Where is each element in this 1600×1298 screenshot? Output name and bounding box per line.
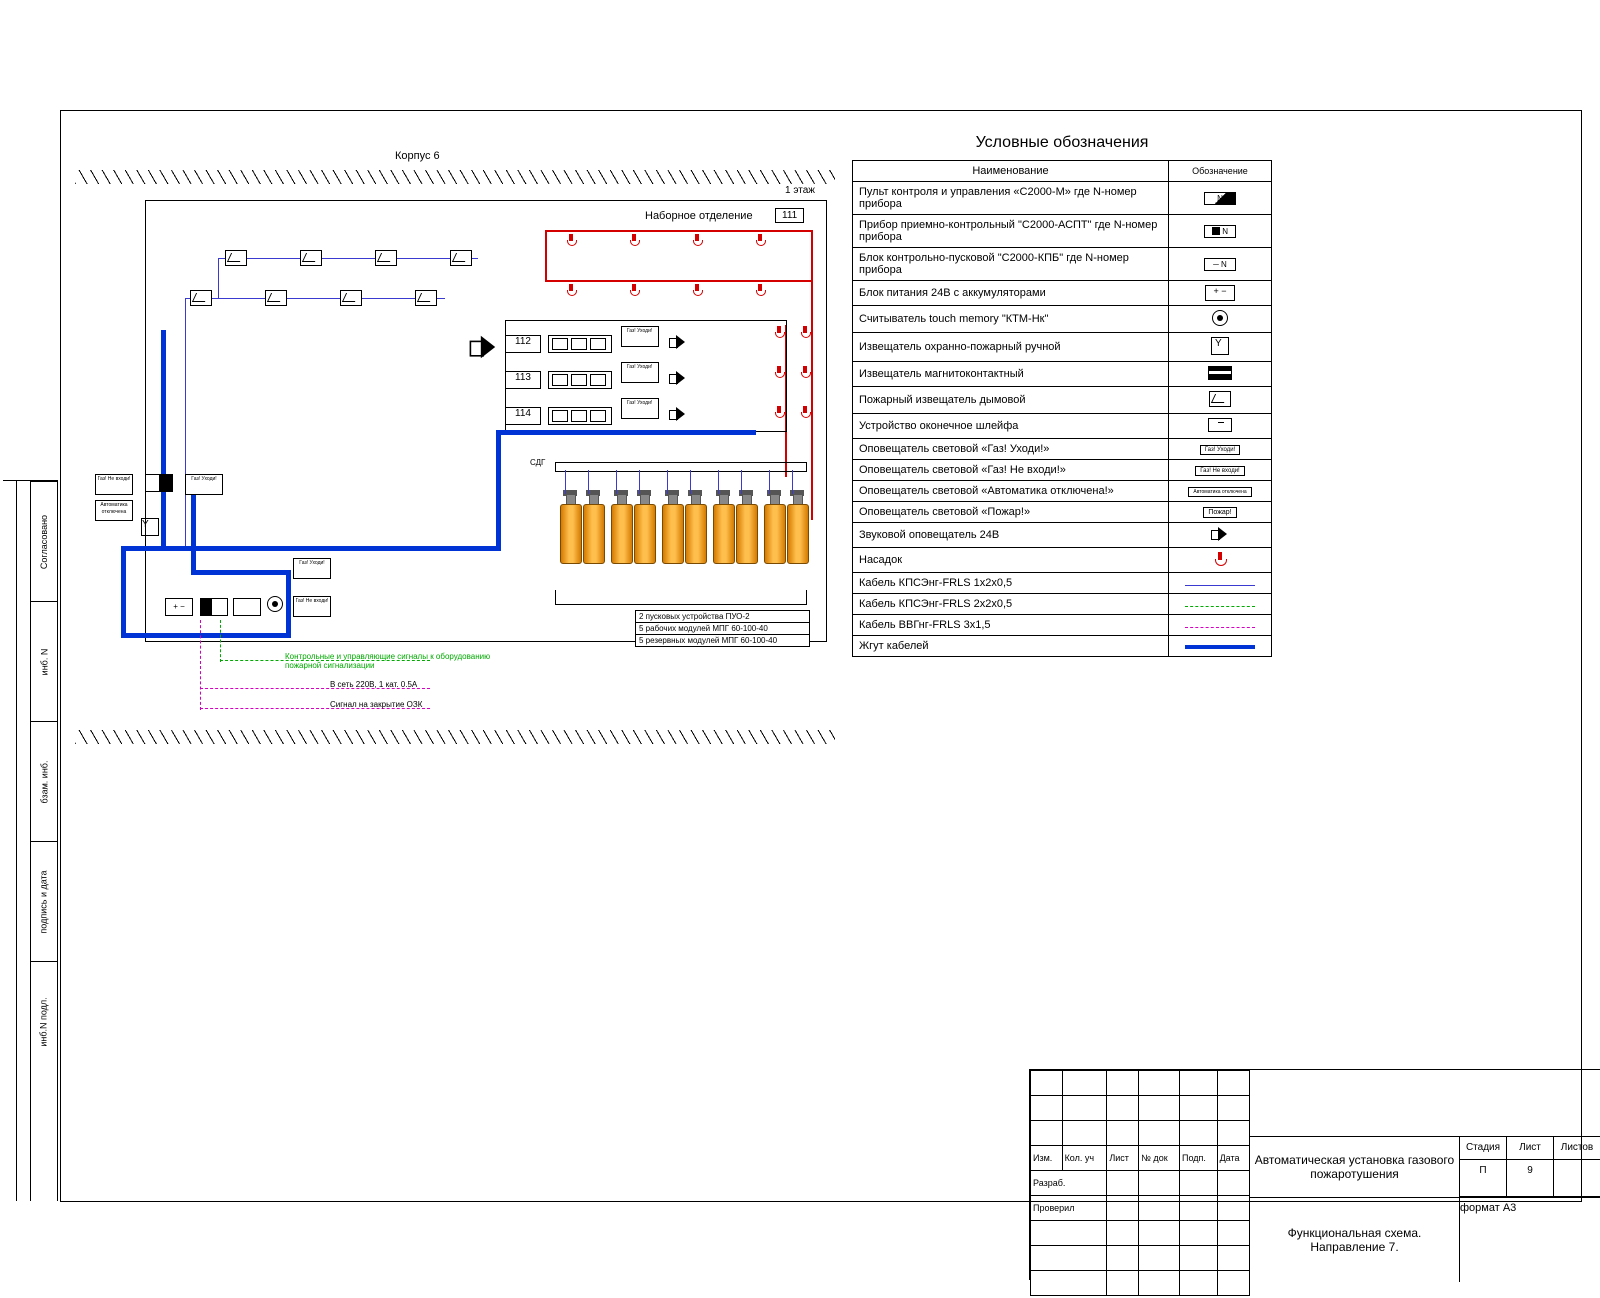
sdg-label: СДГ xyxy=(530,458,545,467)
arrow-label: Сигнал на закрытие ОЗК xyxy=(330,700,422,709)
gas-cylinder xyxy=(583,490,603,562)
smoke-detector xyxy=(415,290,437,306)
nozzle-icon xyxy=(756,234,764,246)
sign-noenter: Газ! Не входи! xyxy=(293,596,331,617)
schematic-area: Корпус 6 1 этаж Наборное отделение 111 xyxy=(75,130,835,770)
gas-cylinder xyxy=(713,490,733,562)
smoke-detector xyxy=(265,290,287,306)
det-bus-bot xyxy=(185,298,445,299)
nozzle-icon xyxy=(630,284,638,296)
legend-title: Условные обозначения xyxy=(852,134,1272,152)
nozzle-icon xyxy=(693,284,701,296)
speaker-icon xyxy=(669,335,687,349)
nozzle-icon xyxy=(801,326,809,338)
nozzle-icon xyxy=(567,234,575,246)
arrow-label: В сеть 220В, 1 кат. 0.5А xyxy=(330,680,417,689)
nozzle-icon xyxy=(801,406,809,418)
room-title: Наборное отделение xyxy=(645,210,753,222)
wall-hatch-bottom xyxy=(75,730,835,744)
nozzle-icon xyxy=(801,366,809,378)
format-label: формат А3 xyxy=(1460,1202,1590,1298)
room-number: 111 xyxy=(775,208,804,223)
vlabel: инб.N подл. xyxy=(39,997,49,1046)
sheet-title: Функциональная схема. Направление 7. xyxy=(1250,1198,1460,1282)
building-label: Корпус 6 xyxy=(395,150,440,162)
panel-c2000m xyxy=(145,474,173,492)
floor-label: 1 этаж xyxy=(785,185,815,196)
nozzle-icon xyxy=(567,284,575,296)
speaker-icon xyxy=(669,407,687,421)
nozzle-icon xyxy=(756,284,764,296)
left-strip: Согласовано инб. N бзам. инб. подпись и … xyxy=(3,480,58,1201)
gas-cylinder xyxy=(685,490,705,562)
vlabel: подпись и дата xyxy=(39,870,49,933)
wall-hatch-top xyxy=(75,170,835,184)
sign-noenter: Газ! Не входи! xyxy=(95,474,133,495)
gas-cylinder xyxy=(787,490,807,562)
gas-cylinder xyxy=(736,490,756,562)
brace-note: 2 пусковых устройства ПУО-2 5 рабочих мо… xyxy=(635,610,810,647)
subroom-row: 114 Газ! Уходи! xyxy=(505,398,775,420)
page: Согласовано инб. N бзам. инб. подпись и … xyxy=(0,0,1600,1280)
sign-leave: Газ! Уходи! xyxy=(293,558,331,579)
revision-grid: Изм.Кол. учЛист№ докПодп.Дата Разраб. Пр… xyxy=(1030,1070,1250,1280)
smoke-detector xyxy=(190,290,212,306)
speaker-icon xyxy=(669,371,687,385)
legend-table: НаименованиеОбозначение Пульт контроля и… xyxy=(852,160,1272,657)
smoke-detector xyxy=(375,250,397,266)
vlabel: Согласовано xyxy=(39,514,49,568)
subroom-row: 112 Газ! Уходи! xyxy=(505,326,775,348)
speaker-icon xyxy=(470,336,499,358)
nozzle-icon xyxy=(693,234,701,246)
arrow-label: Контрольные и управляющие сигналы к обор… xyxy=(285,652,505,670)
gas-cylinder xyxy=(764,490,784,562)
smoke-detector xyxy=(225,250,247,266)
gas-cylinder xyxy=(634,490,654,562)
vlabel: бзам. инб. xyxy=(39,760,49,803)
det-bus-top xyxy=(218,258,478,259)
psu-symbol: + − xyxy=(165,598,193,616)
sign-auto-off: Автоматика отключена xyxy=(95,500,133,521)
legend-panel: Условные обозначения НаименованиеОбознач… xyxy=(852,130,1272,657)
kpb-symbol xyxy=(233,598,261,616)
manual-call-point: Y xyxy=(141,518,159,536)
vlabel: инб. N xyxy=(39,648,49,675)
gas-cylinder xyxy=(560,490,580,562)
sign-leave: Газ! Уходи! xyxy=(185,474,223,495)
smoke-detector xyxy=(450,250,472,266)
nozzle-icon xyxy=(630,234,638,246)
smoke-detector xyxy=(340,290,362,306)
ktm-reader xyxy=(267,596,283,612)
smoke-detector xyxy=(300,250,322,266)
gas-cylinder xyxy=(611,490,631,562)
gas-cylinder xyxy=(662,490,682,562)
cable-bus xyxy=(161,546,501,551)
subroom-row: 113 Газ! Уходи! xyxy=(505,362,775,384)
project-title: Автоматическая установка газового пожаро… xyxy=(1250,1137,1460,1197)
brace xyxy=(555,590,807,605)
